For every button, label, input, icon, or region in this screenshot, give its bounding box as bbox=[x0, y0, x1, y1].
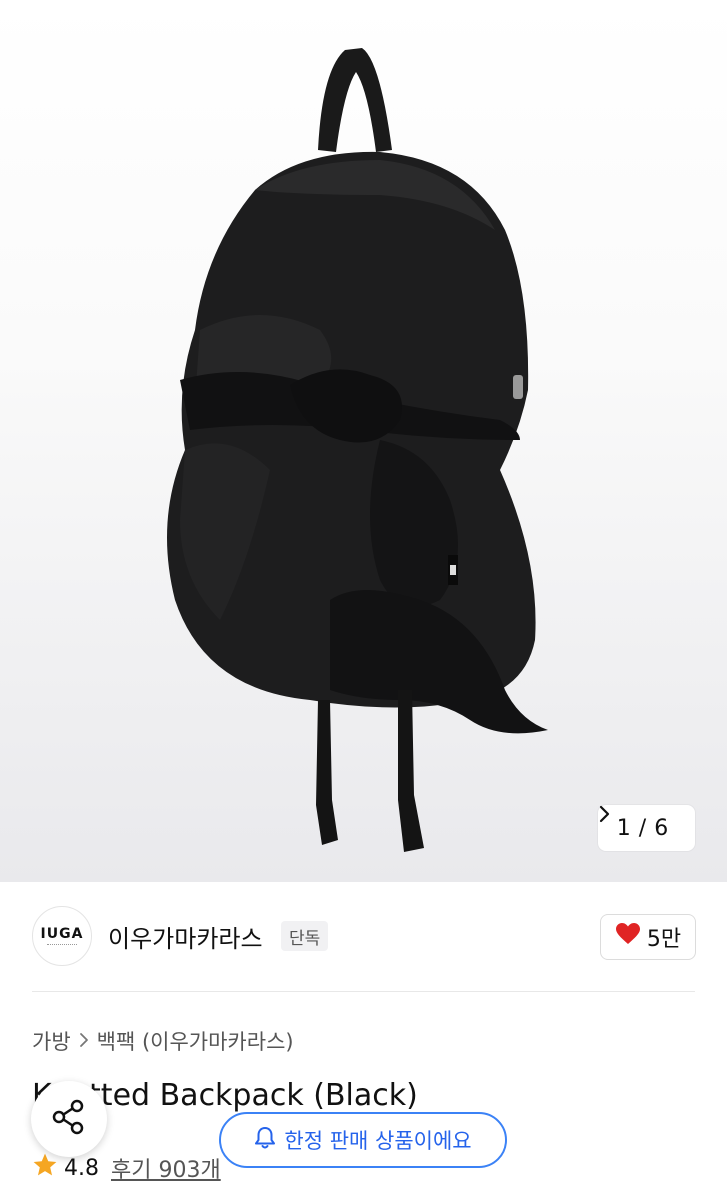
star-icon bbox=[32, 1152, 58, 1184]
breadcrumb-item-subcategory[interactable]: 백팩 (이우가마카라스) bbox=[97, 1026, 294, 1056]
breadcrumb: 가방 백팩 (이우가마카라스) bbox=[32, 1026, 294, 1056]
section-divider bbox=[32, 991, 695, 992]
breadcrumb-item-category[interactable]: 가방 bbox=[32, 1026, 71, 1056]
bell-icon bbox=[254, 1126, 276, 1155]
product-image-gallery[interactable]: 1 / 6 bbox=[0, 0, 727, 882]
image-pager[interactable]: 1 / 6 bbox=[598, 805, 695, 851]
heart-icon bbox=[615, 922, 641, 952]
chevron-right-icon bbox=[79, 1029, 89, 1053]
rating-row: 4.8 후기 903개 bbox=[32, 1152, 221, 1184]
share-icon bbox=[49, 1097, 89, 1141]
brand-name[interactable]: 이우가마카라스 bbox=[108, 919, 263, 954]
notice-text: 한정 판매 상품이에요 bbox=[284, 1129, 472, 1153]
like-count: 5만 bbox=[646, 927, 682, 952]
limited-sale-notice[interactable]: 한정 판매 상품이에요 bbox=[219, 1112, 507, 1168]
pager-separator: / bbox=[638, 815, 647, 841]
brand-logo-underline bbox=[47, 944, 77, 946]
brand-logo-text: IUGA bbox=[40, 926, 84, 942]
pager-total: 6 bbox=[654, 815, 669, 841]
share-button[interactable] bbox=[31, 1081, 107, 1157]
pager-current: 1 bbox=[616, 815, 631, 841]
brand-logo[interactable]: IUGA bbox=[32, 906, 92, 966]
rating-score: 4.8 bbox=[64, 1155, 99, 1181]
review-count-link[interactable]: 후기 903개 bbox=[111, 1152, 221, 1184]
backpack-image bbox=[167, 48, 548, 852]
exclusive-badge: 단독 bbox=[281, 921, 329, 951]
like-button[interactable]: 5만 bbox=[600, 914, 696, 960]
brand-row: IUGA 이우가마카라스 단독 5만 bbox=[0, 882, 727, 992]
